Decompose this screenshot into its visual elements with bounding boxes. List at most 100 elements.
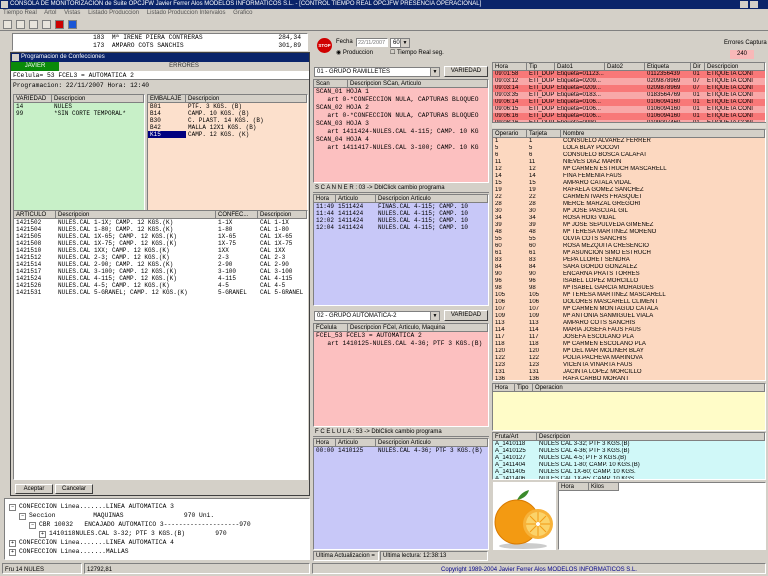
articulo-row[interactable]: 1421508 NULES.CAL 1X-75; CAMP. 12 KGS.(K)… [14, 240, 307, 247]
operario-row[interactable]: 28 28 MERCE MARZAL GREGORI [493, 201, 765, 208]
operario-row[interactable]: 39 39 Mª JOSE SEPULVEDA GIMENEZ [493, 222, 765, 229]
menu-listado-produccion[interactable]: Listado Produccion [88, 10, 139, 16]
scan-line[interactable]: SCAN_02 HOJA 2 [314, 104, 488, 112]
scan-line[interactable]: SCAN_03 HOJA 3 [314, 120, 488, 128]
operario-row[interactable]: 1 1 CONSUELO ALVAREZ FERRER [493, 138, 765, 145]
col-articulo[interactable]: Articulo [336, 195, 376, 203]
articulo-row[interactable]: 1421526 NULES.CAL 4-5; CAMP. 12 KGS.(K) 4-… [14, 282, 307, 289]
operario-row[interactable]: 96 96 ISABEL LOPEZ MORCILLO [493, 278, 765, 285]
articulo-row[interactable]: 1421512 NULES.CAL 2-3; CAMP. 12 KGS.(K) 2-… [14, 254, 307, 261]
articulo-row[interactable]: 1421517 NULES.CAL 3-100; CAMP. 12 KGS.(K)… [14, 268, 307, 275]
operario-row[interactable]: 48 48 Mª TERESA MARTINEZ MORENO [493, 229, 765, 236]
scanner-row[interactable]: 11:49 1511424 FINAS.CAL 4-115; CAMP. 10 [314, 203, 488, 210]
col-articulo[interactable]: Articulo [336, 439, 376, 447]
expand-icon[interactable]: + [9, 549, 16, 556]
col-hora[interactable]: Hora [493, 384, 515, 392]
fcelula-row[interactable]: 00:00 1410125 NULES.CAL 4-36; PTF 3 KGS.(B… [314, 447, 488, 454]
menu-vistas[interactable]: Vistas [64, 10, 80, 16]
operario-row[interactable]: 14 14 FINA FEMENIA FAUS [493, 173, 765, 180]
expand-icon[interactable]: + [39, 531, 46, 538]
operario-row[interactable]: 22 22 CARMEN IVARS FRASQUET [493, 194, 765, 201]
fruta-row[interactable]: A_1410118 NULES CAL 3-32; PTF 3 KGS.(B) [493, 441, 765, 448]
articulo-row[interactable]: 1421524 NULES.CAL 4-115; CAMP. 12 KGS.(K)… [14, 275, 307, 282]
cancel-button[interactable]: Cancelar [55, 484, 93, 494]
scan-line[interactable]: art 0-*CONFECCION NULA, CAPTURAS BLOQUEO [314, 112, 488, 120]
save-icon[interactable] [28, 20, 38, 29]
embalaje-row[interactable]: K15 CAMP. 12 KGS. (K) [148, 131, 307, 138]
variedad-row[interactable]: 99 *SIN CORTE TEMPORAL* [14, 110, 144, 117]
embalaje-row[interactable]: B42 MALLA 12X1 KGS. (B) [148, 124, 307, 131]
articulo-row[interactable]: 1421504 NULES.CAL 1-80; CAMP. 12 KGS.(K) 1… [14, 226, 307, 233]
event-row[interactable]: 09:03:14 ETI_DUP Etiqueta=0209... 020987896… [493, 85, 765, 92]
col-hora[interactable]: Hora [314, 195, 336, 203]
fcel-line[interactable]: art 1410125-NULES.CAL 4-36; PTF 3 KGS.(B… [314, 340, 488, 348]
event-row[interactable]: 09:06:15 ETI_DUP Etiqueta=0106... 010609416… [493, 106, 765, 113]
fruta-row[interactable]: A_1410127 NULES CAL 4-5; PTF 3 KGS.(B) [493, 455, 765, 462]
tree-node[interactable]: + CONFECCION Linea.......MALLAS [5, 547, 309, 556]
col-descripcion[interactable]: Descripcion [537, 433, 765, 441]
menu-artol[interactable]: Artol [44, 10, 56, 16]
operario-row[interactable]: 15 15 AMPARO CATALA VIDAL [493, 180, 765, 187]
produccion-radio[interactable]: ◉ Produccion [336, 49, 373, 56]
col-confec[interactable]: CONFEC... [216, 211, 258, 219]
operario-row[interactable]: 136 136 RAFA CARBO MORANT [493, 376, 765, 380]
operario-row[interactable]: 98 98 Mª ISABEL GARCIA MORAGUES [493, 285, 765, 292]
collapse-icon[interactable]: − [19, 513, 26, 520]
operario-row[interactable]: 122 122 POLIA PACHEVA MARINOVA [493, 355, 765, 362]
col-etiqueta[interactable]: Etiqueta [645, 63, 691, 71]
tree-node[interactable]: +1410118NULES.CAL 3-32; PTF 3 KGS.(B) 97… [5, 529, 309, 538]
col-dato2[interactable]: Dato2 [605, 63, 645, 71]
operario-row[interactable]: 105 105 Mª TERESA MARTINEZ MASCARELL [493, 292, 765, 299]
tab-errores[interactable]: ERRORES [59, 62, 309, 71]
operario-row[interactable]: 83 83 PEPA LLORET SENDRA [493, 257, 765, 264]
operario-row[interactable]: 107 107 Mª CARMEN MONTAGUD CATALA [493, 306, 765, 313]
col-descripcion[interactable]: Descripcion [52, 95, 144, 103]
expand-icon[interactable]: + [9, 540, 16, 547]
operario-row[interactable]: 5 5 LOLA BLAY POCOVI [493, 145, 765, 152]
scanner-row[interactable]: 12:04 1411424 NULES.CAL 4-115; CAMP. 10 [314, 224, 488, 231]
operario-row[interactable]: 106 106 DOLORES MASCARELL CLIMENT [493, 299, 765, 306]
operario-row[interactable]: 90 90 ENCARNA PRATS TORRES [493, 271, 765, 278]
variedad-button-2[interactable]: VARIEDAD [444, 310, 488, 321]
operario-row[interactable]: 11 11 NIEVES DIAZ MARIN [493, 159, 765, 166]
menu-listado-intervalos[interactable]: Listado Produccion Intervalos [147, 10, 226, 16]
menu-tiempo-real[interactable]: Tiempo Real [3, 10, 37, 16]
event-row[interactable]: 09:03:12 ETI_DUP Etiqueta=0209... 020987896… [493, 78, 765, 85]
scan-line[interactable]: art 1411424-NULES.CAL 4-115; CAMP. 10 KG [314, 128, 488, 136]
stop-icon[interactable] [54, 20, 64, 29]
collapse-icon[interactable]: − [9, 504, 16, 511]
col-kilos[interactable]: Kilos [589, 483, 619, 491]
col-descripcion-articulo[interactable]: Descripcion Articulo [376, 195, 488, 203]
articulo-row[interactable]: 1421502 NULES.CAL 1-1X; CAMP. 12 KGS.(K) 1… [14, 219, 307, 226]
close-button[interactable] [750, 1, 758, 8]
scan-line[interactable]: art 1411417-NULES.CAL 3-100; CAMP. 10 KG [314, 144, 488, 152]
col-descripcion-fcel[interactable]: Descripcion FCel, Articulo, Maquina [348, 324, 488, 332]
events-scrollbar[interactable] [492, 122, 766, 128]
operario-row[interactable]: 117 117 JOSEFA ESCOLANO PLA [493, 334, 765, 341]
scan-line[interactable]: SCAN_04 HOJA 4 [314, 136, 488, 144]
col-dir[interactable]: Dir [691, 63, 705, 71]
tree-node[interactable]: − Seccion MAQUINAS 970 Uni. [5, 511, 309, 520]
fcel-line[interactable]: FCEL_53 FCEL3 = AUTOMATICA 2 [314, 332, 488, 340]
stop-button[interactable]: STOP [317, 38, 332, 53]
tree-node[interactable]: − CONFECCION Linea.......LINEA AUTOMATICA… [5, 502, 309, 511]
articulo-row[interactable]: 1421531 NULES.CAL 5-GRANEL; CAMP. 12 KGS.… [14, 289, 307, 296]
menu-grafico[interactable]: Grafico [233, 10, 252, 16]
minimize-button[interactable] [740, 1, 748, 8]
operario-row[interactable]: 131 131 JACINTA LOPEZ MORCILLO [493, 369, 765, 376]
help-icon[interactable] [67, 20, 77, 29]
col-fruta-art[interactable]: Fruta/Art [493, 433, 537, 441]
col-descripcion-scan[interactable]: Descripcion SCan, Articulo [348, 80, 488, 88]
operario-row[interactable]: 6 6 CONSUELO BOSCA CALAFAT [493, 152, 765, 159]
fruta-row[interactable]: A_1411405 NULES CAL 1X-60; CAMP. 10 KGS. [493, 469, 765, 476]
operario-row[interactable]: 120 120 Mª DEL MAR MOLINER BLAY [493, 348, 765, 355]
operario-row[interactable]: 55 55 OLVIA COTS SANCHIS [493, 236, 765, 243]
col-fcelula[interactable]: FCelula [314, 324, 348, 332]
col-tip[interactable]: Tip [527, 63, 555, 71]
open-icon[interactable] [15, 20, 25, 29]
fruta-row[interactable]: A_1411406 NULES CAL 1X-65; CAMP. 10 KGS. [493, 476, 765, 479]
operario-row[interactable]: 123 123 VICENTA VIÑARTA FAUS [493, 362, 765, 369]
col-embalaje[interactable]: EMBALAJE [148, 95, 186, 103]
col-dato1[interactable]: Dato1 [555, 63, 605, 71]
operario-row[interactable]: 61 61 Mª ASUNCION SIMO ESTRUCH [493, 250, 765, 257]
